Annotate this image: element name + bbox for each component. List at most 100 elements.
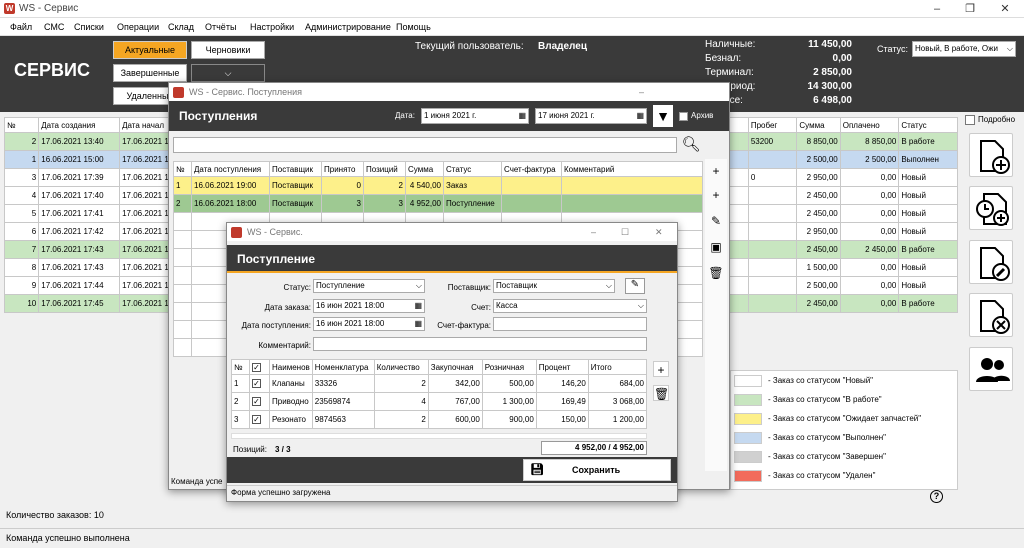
menu-warehouse[interactable]: Склад [168,22,194,32]
column-header[interactable]: Счет-фактура [501,161,562,177]
document-delete-icon [980,300,1010,334]
cell-sum: 2 500,00 [796,276,841,295]
column-header[interactable]: Процент [535,359,589,375]
new-scheduled-order-button[interactable] [969,186,1013,230]
app-icon: W [4,3,15,14]
table-row[interactable]: 1 16.06.2021 19:00 Поставщик 0 2 4 540,00 Зака… [173,176,703,195]
menu-admin[interactable]: Администрирование [305,22,391,32]
receipt-titlebar: WS - Сервис. – ☐ ✕ [227,223,677,241]
column-header[interactable]: Итого [587,359,648,375]
users-icon [976,358,1010,382]
filter-done-button[interactable]: Завершенные [113,64,187,82]
order-date-value: 16 июн 2021 18:00 [316,301,385,310]
table-row[interactable]: 2 ✓ Приводно 23569874 4 767,00 1 300,00 169,49 3… [231,392,648,411]
cell-sum: 2 950,00 [796,222,841,241]
close-button[interactable]: ✕ [655,223,663,241]
help-icon[interactable]: ? [930,490,943,503]
row-checkbox[interactable]: ✓ [249,392,270,411]
menu-operations[interactable]: Операции [117,22,159,32]
detailed-checkbox[interactable] [965,115,975,125]
table-row[interactable]: 3 ✓ Резонато 9874563 2 600,00 900,00 150,00 1 20… [231,410,648,429]
row-checkbox[interactable]: ✓ [249,374,270,393]
column-header[interactable]: Сумма [405,161,444,177]
column-header[interactable]: Дата поступления [191,161,270,177]
account-select[interactable]: Касса ⌵ [493,299,647,313]
new-order-button[interactable] [969,133,1013,177]
menu-settings[interactable]: Настройки [250,22,294,32]
archive-checkbox[interactable] [679,112,688,121]
document-edit-icon [980,247,1010,281]
date-to-picker[interactable]: 17 июня 2021 г. ▦ [535,108,647,124]
comment-input[interactable] [313,337,647,351]
filter-drafts-button[interactable]: Черновики [191,41,265,59]
money-label: Безнал: [705,53,742,64]
maximize-button[interactable]: ❐ [955,0,985,18]
cell-n: 3 [231,410,250,429]
menu-sms[interactable]: СМС [44,22,64,32]
column-header[interactable]: Оплачено [839,117,900,133]
filter-icon[interactable]: ▼ [653,105,673,127]
menu-lists[interactable]: Списки [74,22,104,32]
cell-empty [173,212,192,231]
column-header[interactable]: Сумма [796,117,841,133]
items-scrollbar[interactable] [231,433,647,439]
account-label: Счет: [471,303,491,312]
pencil-icon[interactable]: ✎ [708,213,724,229]
column-header[interactable]: № [173,161,192,177]
add-icon[interactable]: + [708,163,724,179]
receipt-date-picker[interactable]: 16 июн 2021 18:00 ▦ [313,317,425,331]
column-header[interactable]: Поставщик [269,161,322,177]
trash-icon[interactable]: 🗑︎ [653,385,669,401]
edit-order-button[interactable] [969,240,1013,284]
cell-sell: 500,00 [481,374,537,393]
filter-more-dropdown[interactable]: ⌵ [191,64,265,82]
minimize-button[interactable]: – [591,223,596,241]
column-header[interactable]: Количество [373,359,429,375]
column-header[interactable]: Закупочная [427,359,483,375]
date-from-picker[interactable]: 1 июня 2021 г. ▦ [421,108,529,124]
add-item-icon[interactable]: + [653,361,669,377]
select-all-checkbox[interactable]: ✓ [249,359,270,375]
cell-st: Новый [898,168,958,187]
search-icon[interactable]: 🔍︎ [681,135,701,155]
column-header[interactable]: Розничная [481,359,537,375]
invoice-input[interactable] [493,317,647,331]
column-header[interactable]: Дата создания [38,117,121,133]
table-row[interactable]: 2 16.06.2021 18:00 Поставщик 3 3 4 952,00 Пост… [173,194,703,213]
close-button[interactable]: ✕ [990,0,1020,18]
cell-paid: 2 500,00 [839,150,900,169]
filter-actual-button[interactable]: Актуальные [113,41,187,59]
column-header[interactable]: Позиций [363,161,406,177]
column-header[interactable]: Принято [321,161,364,177]
delete-order-button[interactable] [969,293,1013,337]
clients-button[interactable] [969,347,1013,391]
add-copy-icon[interactable]: + [708,187,724,203]
menu-help[interactable]: Помощь [396,22,431,32]
column-header[interactable]: № [231,359,250,375]
column-header[interactable]: Комментарий [561,161,703,177]
save-button[interactable]: 💾︎ Сохранить [523,459,671,481]
supplier-select[interactable]: Поставщик ⌵ [493,279,615,293]
minimize-button[interactable]: – [639,83,644,101]
column-header[interactable]: Наименов [269,359,313,375]
cell-n: 2 [231,392,250,411]
column-header[interactable]: Номенклатура [311,359,375,375]
menu-reports[interactable]: Отчёты [205,22,236,32]
receipts-search-input[interactable] [173,137,677,153]
table-row[interactable]: 1 ✓ Клапаны 33326 2 342,00 500,00 146,20 684,00 [231,374,648,393]
status-select[interactable]: Поступление ⌵ [313,279,425,293]
archive-box-icon[interactable]: ▣ [708,239,724,255]
column-header[interactable]: Статус [898,117,958,133]
column-header[interactable]: № [3,117,40,133]
maximize-button[interactable]: ☐ [621,223,629,241]
trash-icon[interactable]: 🗑︎ [708,265,724,281]
order-date-picker[interactable]: 16 июн 2021 18:00 ▦ [313,299,425,313]
minimize-button[interactable]: – [922,0,952,18]
menu-file[interactable]: Файл [10,22,32,32]
row-checkbox[interactable]: ✓ [249,410,270,429]
column-header[interactable]: Статус [443,161,502,177]
status-filter-select[interactable]: Новый, В работе, Ожи ⌵ [912,41,1016,57]
column-header[interactable]: Пробег [747,117,798,133]
edit-supplier-button[interactable]: ✎ [625,278,645,294]
save-button-label: Сохранить [572,465,621,475]
